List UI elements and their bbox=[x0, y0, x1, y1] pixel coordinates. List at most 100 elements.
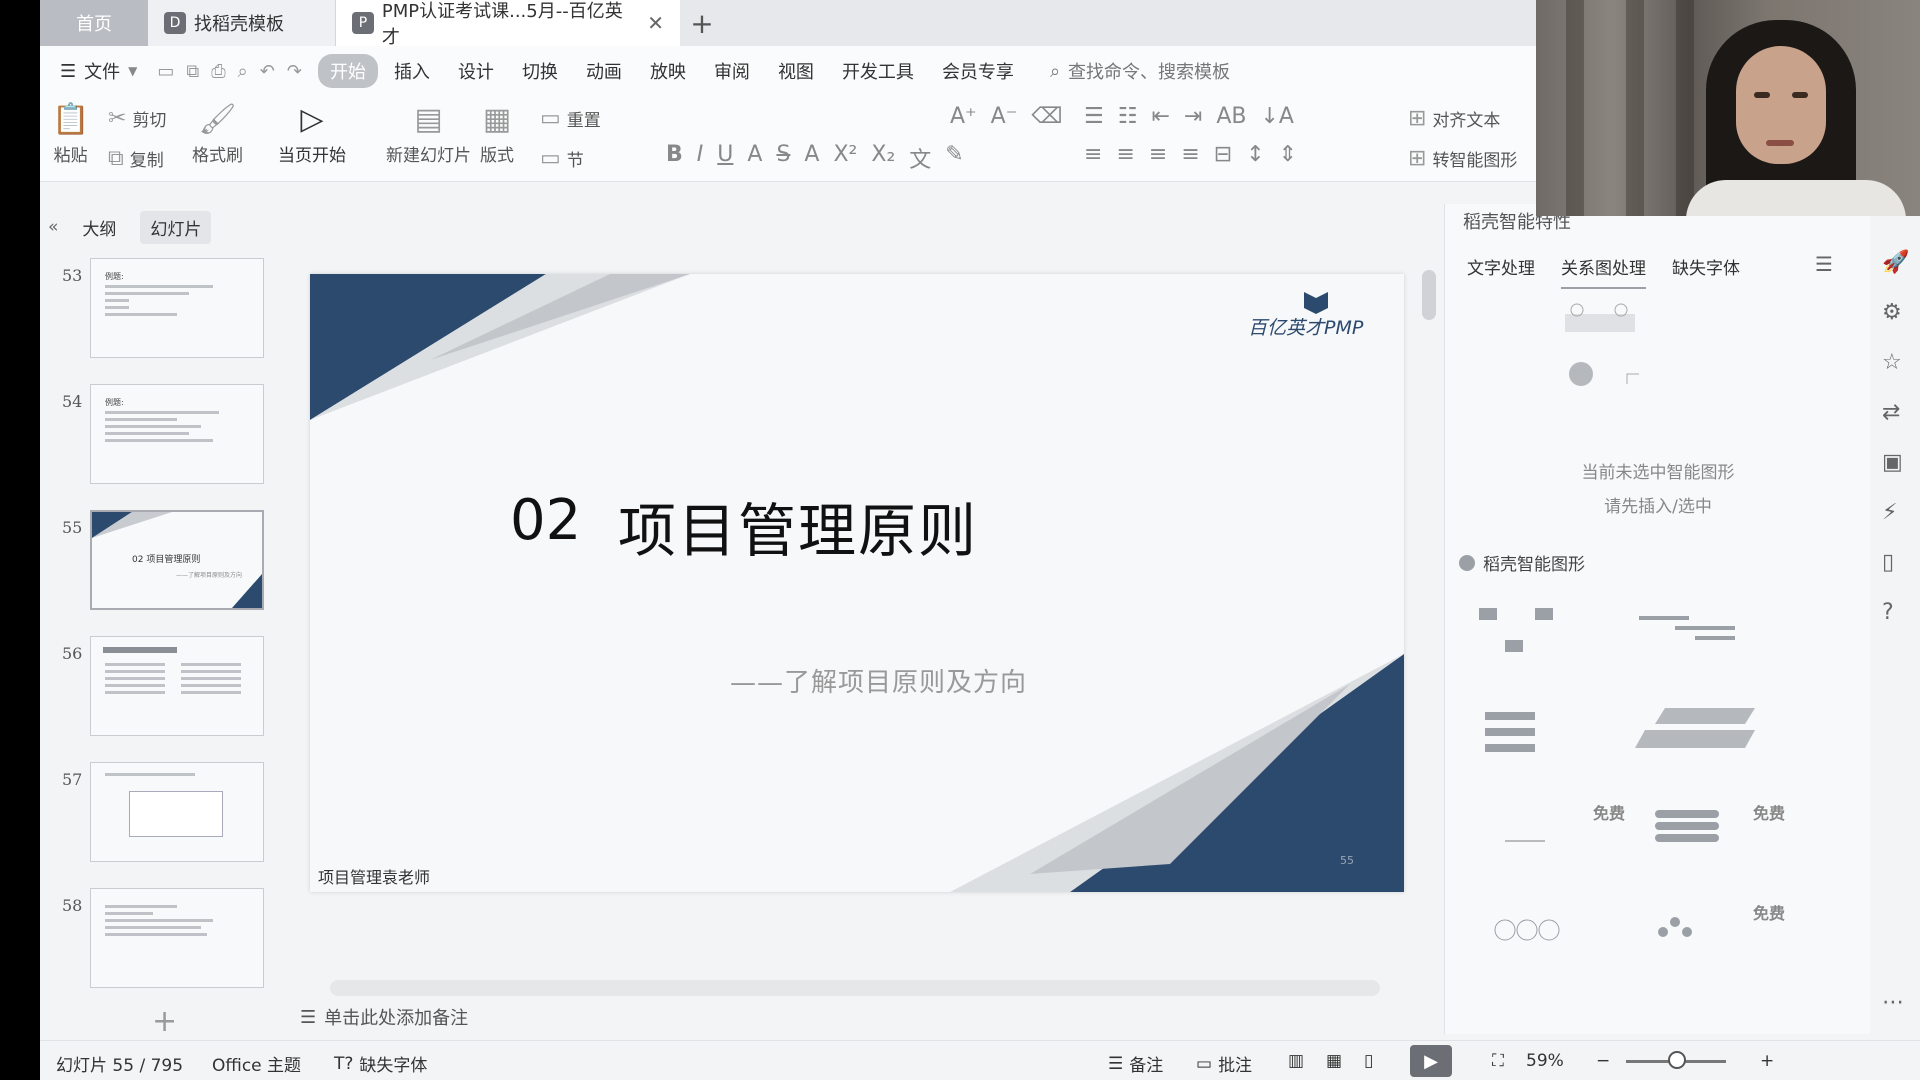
reset-button[interactable]: ▭ 重置 bbox=[540, 106, 601, 131]
copy-button[interactable]: ⧉ 复制 bbox=[108, 146, 164, 171]
menu-item-developer[interactable]: 开发工具 bbox=[830, 54, 926, 88]
align-left-icon[interactable]: ≡ bbox=[1084, 142, 1102, 167]
rocket-icon[interactable]: 🚀 bbox=[1882, 250, 1909, 275]
text-shadow-icon[interactable]: A bbox=[747, 142, 762, 174]
highlight-icon[interactable]: ✎ bbox=[945, 142, 963, 174]
section-button[interactable]: ▭ 节 bbox=[540, 146, 584, 171]
slide-thumbnail[interactable]: 例题: bbox=[90, 384, 264, 484]
star-icon[interactable]: ☆ bbox=[1882, 350, 1902, 375]
slide-sorter-icon[interactable]: ▦ bbox=[1326, 1051, 1342, 1071]
strikethrough-icon[interactable]: S bbox=[776, 142, 790, 174]
undo-icon[interactable]: ↶ bbox=[260, 61, 275, 82]
smartart-template-card[interactable] bbox=[1635, 704, 1785, 784]
slide-thumbnail[interactable] bbox=[90, 636, 264, 736]
missing-font-button[interactable]: T? 缺失字体 bbox=[334, 1051, 427, 1077]
superscript-icon[interactable]: X² bbox=[833, 142, 857, 174]
clear-format-icon[interactable]: ⌫ bbox=[1031, 104, 1062, 129]
fit-window-icon[interactable]: ⛶ bbox=[1492, 1051, 1504, 1071]
export-icon[interactable]: ⧉ bbox=[186, 61, 199, 82]
smartart-template-card[interactable]: 免费 bbox=[1475, 800, 1625, 880]
numbered-list-icon[interactable]: ☷ bbox=[1118, 104, 1138, 129]
smartart-template-card[interactable] bbox=[1475, 704, 1625, 784]
more-icon[interactable]: ⋯ bbox=[1882, 990, 1904, 1015]
font-color-icon[interactable]: A bbox=[804, 142, 819, 174]
tab-missing-fonts[interactable]: 缺失字体 bbox=[1672, 254, 1740, 289]
zoom-in-icon[interactable]: + bbox=[1760, 1051, 1774, 1071]
paste-button[interactable]: 📋 粘贴 bbox=[52, 102, 89, 166]
close-tab-icon[interactable]: ✕ bbox=[647, 11, 664, 35]
smartart-template-card[interactable] bbox=[1475, 900, 1625, 980]
menu-item-start[interactable]: 开始 bbox=[317, 54, 378, 88]
print-icon[interactable]: ⎙ bbox=[211, 61, 225, 82]
decrease-indent-icon[interactable]: ⇤ bbox=[1151, 104, 1169, 129]
menu-item-slideshow[interactable]: 放映 bbox=[638, 54, 698, 88]
book-icon[interactable]: ▯ bbox=[1882, 550, 1894, 575]
increase-indent-icon[interactable]: ⇥ bbox=[1184, 104, 1202, 129]
subscript-icon[interactable]: X₂ bbox=[871, 142, 895, 174]
tab-outline[interactable]: 大纲 bbox=[72, 211, 126, 244]
command-search[interactable]: ⌕ 查找命令、搜索模板 bbox=[1050, 58, 1230, 84]
smartart-template-card[interactable] bbox=[1475, 604, 1625, 684]
menu-item-transition[interactable]: 切换 bbox=[510, 54, 570, 88]
sort-icon[interactable]: ↓A bbox=[1261, 104, 1294, 129]
slide-canvas[interactable]: 百亿英才PMP 02 项目管理原则 ——了解项目原则及方向 项目管理袁老师 55 bbox=[310, 274, 1404, 892]
underline-icon[interactable]: U bbox=[717, 142, 733, 174]
thumbnail-row-selected[interactable]: 55 02 项目管理原则 ——了解项目原则及方向 bbox=[40, 506, 290, 610]
menu-item-animation[interactable]: 动画 bbox=[574, 54, 634, 88]
menu-item-view[interactable]: 视图 bbox=[766, 54, 826, 88]
notes-toggle[interactable]: ☰ 备注 bbox=[1108, 1051, 1163, 1077]
align-center-icon[interactable]: ≡ bbox=[1116, 142, 1134, 167]
slide-thumbnail-selected[interactable]: 02 项目管理原则 ——了解项目原则及方向 bbox=[90, 510, 264, 610]
line-spacing-icon[interactable]: ↕ bbox=[1246, 142, 1264, 167]
text-direction-icon[interactable]: AB bbox=[1216, 104, 1246, 129]
bold-icon[interactable]: B bbox=[666, 142, 683, 174]
thumbnail-row[interactable]: 58 bbox=[40, 884, 290, 988]
italic-icon[interactable]: I bbox=[697, 142, 704, 174]
distribute-icon[interactable]: ⊟ bbox=[1214, 142, 1232, 167]
tab-slides[interactable]: 幻灯片 bbox=[140, 210, 212, 244]
pane-menu-icon[interactable]: ☰ bbox=[1815, 252, 1833, 276]
add-slide-icon[interactable]: + bbox=[152, 1004, 177, 1039]
new-slide-button[interactable]: ▤ 新建幻灯片 bbox=[386, 102, 471, 166]
decrease-font-icon[interactable]: A⁻ bbox=[991, 104, 1018, 129]
save-icon[interactable]: ▭ bbox=[157, 61, 174, 82]
slide-thumbnail[interactable] bbox=[90, 762, 264, 862]
file-menu[interactable]: ☰ 文件 ▼ bbox=[60, 58, 137, 84]
smartart-template-card[interactable]: 免费 bbox=[1635, 800, 1785, 880]
menu-item-review[interactable]: 审阅 bbox=[702, 54, 762, 88]
help-icon[interactable]: ? bbox=[1882, 600, 1894, 625]
normal-view-icon[interactable]: ▥ bbox=[1288, 1051, 1304, 1071]
align-right-icon[interactable]: ≡ bbox=[1149, 142, 1167, 167]
align-text-button[interactable]: ⊞ 对齐文本 bbox=[1408, 106, 1500, 131]
play-slideshow-button[interactable]: ▶ bbox=[1410, 1045, 1452, 1077]
tab-template[interactable]: D 找稻壳模板 bbox=[148, 0, 336, 46]
smart-icon[interactable]: ⚡ bbox=[1882, 500, 1897, 525]
justify-icon[interactable]: ≡ bbox=[1181, 142, 1199, 167]
vertical-scrollbar[interactable] bbox=[1422, 270, 1436, 320]
horizontal-scrollbar[interactable] bbox=[330, 980, 1380, 996]
theme-name[interactable]: Office 主题 bbox=[212, 1051, 301, 1076]
collapse-panel-icon[interactable]: « bbox=[48, 217, 58, 237]
phonetic-icon[interactable]: 文 bbox=[909, 142, 931, 174]
smartart-template-card[interactable] bbox=[1635, 604, 1785, 684]
zoom-slider-knob[interactable] bbox=[1668, 1051, 1686, 1069]
convert-smartart-button[interactable]: ⊞ 转智能图形 bbox=[1408, 146, 1517, 171]
thumbnail-row[interactable]: 53 例题: bbox=[40, 254, 290, 358]
tab-text-processing[interactable]: 文字处理 bbox=[1467, 254, 1535, 289]
tab-home[interactable]: 首页 bbox=[40, 0, 148, 46]
slide-thumbnail[interactable] bbox=[90, 888, 264, 988]
redo-icon[interactable]: ↷ bbox=[287, 61, 302, 82]
increase-font-icon[interactable]: A⁺ bbox=[950, 104, 977, 129]
bullet-list-icon[interactable]: ☰ bbox=[1084, 104, 1104, 129]
sliders-icon[interactable]: ⚙ bbox=[1882, 300, 1902, 325]
menu-item-design[interactable]: 设计 bbox=[446, 54, 506, 88]
start-from-current-button[interactable]: ▷ 当页开始 bbox=[278, 102, 346, 166]
thumbnail-row[interactable]: 57 bbox=[40, 758, 290, 862]
format-painter-button[interactable]: 🖌 格式刷 bbox=[192, 102, 243, 166]
cut-button[interactable]: ✂ 剪切 bbox=[108, 106, 166, 131]
image-icon[interactable]: ▣ bbox=[1882, 450, 1903, 475]
new-tab-button[interactable]: + bbox=[680, 0, 724, 46]
paragraph-spacing-icon[interactable]: ⇕ bbox=[1279, 142, 1297, 167]
zoom-level[interactable]: 59% bbox=[1526, 1051, 1564, 1071]
thumbnail-row[interactable]: 56 bbox=[40, 632, 290, 736]
